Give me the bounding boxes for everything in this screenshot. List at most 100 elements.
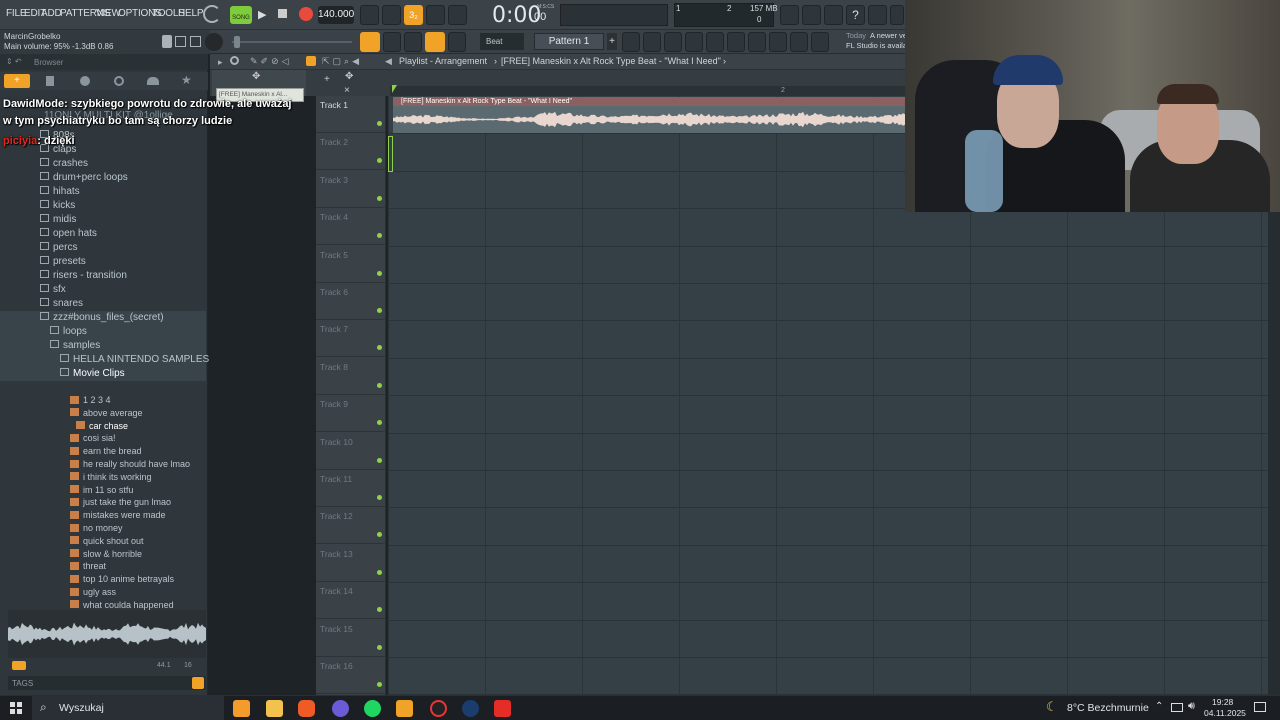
network-icon[interactable] (1171, 703, 1183, 712)
panel-icon[interactable] (175, 36, 186, 47)
preview-play-icon[interactable] (12, 661, 26, 670)
playlist-tools-icons-2[interactable]: ⇱▢⌕◀ (322, 56, 362, 67)
render-icon[interactable] (890, 5, 904, 25)
steam-icon[interactable] (462, 700, 479, 717)
snap-select[interactable]: Beat (480, 33, 524, 50)
track-header[interactable]: Track 3 (316, 171, 386, 208)
slice-tool-icon[interactable] (306, 56, 316, 66)
track-mute-led[interactable] (377, 233, 382, 239)
playhead-marker[interactable] (392, 85, 397, 93)
browser-file[interactable]: car chase (0, 420, 206, 433)
file-explorer-icon[interactable] (266, 700, 283, 717)
track-name[interactable]: Track 10 (320, 437, 353, 447)
browser-file[interactable]: cosi sia! (0, 432, 206, 445)
lock-icon[interactable] (162, 35, 172, 48)
add-track-icon[interactable]: + (324, 74, 330, 85)
clock-time[interactable]: 19:28 (1212, 697, 1233, 707)
browser-file[interactable]: no money (0, 522, 206, 535)
browser-favorites-tab[interactable]: ★ (181, 73, 192, 87)
track-mute-led[interactable] (377, 345, 382, 351)
track-mute-led[interactable] (377, 270, 382, 276)
tools-icon[interactable] (802, 5, 821, 25)
pitch-icon[interactable] (790, 32, 808, 52)
song-mode-toggle[interactable]: SONG (230, 6, 252, 24)
browser-files-tab[interactable] (46, 76, 54, 86)
spotify-icon[interactable] (364, 700, 381, 717)
browser-folder[interactable]: HELLA NINTENDO SAMPLES (0, 353, 209, 367)
browser-folder[interactable]: midis (0, 213, 206, 227)
editor-icon[interactable] (396, 700, 413, 717)
browser-file[interactable]: im 11 so stfu (0, 484, 206, 497)
arrow-right-icon[interactable] (383, 32, 401, 52)
browser-file[interactable]: 1 2 3 4 (0, 394, 206, 407)
track-header[interactable]: Track 13 (316, 545, 386, 582)
browser-folder[interactable]: snares (0, 297, 206, 311)
browser-cloud-tab[interactable] (147, 77, 159, 85)
loop-record-icon[interactable] (448, 5, 467, 25)
browser-folder[interactable]: Movie Clips (0, 367, 206, 381)
track-mute-led[interactable] (377, 532, 382, 538)
track-name[interactable]: Track 3 (320, 175, 348, 185)
tray-chevron-icon[interactable]: ⌃ (1155, 701, 1163, 712)
track-name[interactable]: Track 15 (320, 624, 353, 634)
mixer-view-icon[interactable] (622, 32, 640, 52)
browser-all-tab[interactable]: + (4, 74, 30, 88)
notifications-icon[interactable] (1254, 702, 1266, 712)
browser-folder[interactable]: percs (0, 241, 206, 255)
browser-file[interactable]: just take the gun lmao (0, 496, 206, 509)
browser-folder[interactable]: hihats (0, 185, 206, 199)
track-mute-led[interactable] (377, 195, 382, 201)
browser-file[interactable]: slow & horrible (0, 548, 206, 561)
track-name[interactable]: Track 2 (320, 137, 348, 147)
browser-file[interactable]: earn the bread (0, 445, 206, 458)
browser-folder[interactable]: presets (0, 255, 206, 269)
blend-notes-icon[interactable] (426, 5, 445, 25)
volume-icon[interactable]: 🔊︎ (1188, 700, 1195, 713)
browser-nav-icon[interactable]: ⇕ ↶ (6, 57, 22, 66)
save-icon[interactable] (868, 5, 887, 25)
browser-folder[interactable]: crashes (0, 157, 206, 171)
browser-file[interactable]: he really should have lmao (0, 458, 206, 471)
track-name[interactable]: Track 9 (320, 399, 348, 409)
taskbar-search-box[interactable]: ⌕ Wyszukaj (32, 696, 224, 720)
messenger-icon[interactable] (332, 700, 349, 717)
menu-add[interactable]: ADD (41, 8, 62, 19)
track-header[interactable]: Track 1 (316, 96, 386, 133)
plugin-icon[interactable] (748, 32, 766, 52)
track-name[interactable]: Track 11 (320, 474, 352, 484)
playlist-view-icon[interactable] (360, 32, 380, 52)
sample-preview-waveform[interactable] (8, 610, 206, 658)
obs-icon[interactable] (430, 700, 447, 717)
browser-file[interactable]: top 10 anime betrayals (0, 573, 206, 586)
track-name[interactable]: Track 1 (320, 100, 348, 110)
online-icon[interactable] (780, 5, 799, 25)
browser-database-tab[interactable] (114, 76, 124, 86)
pattern-select[interactable]: Pattern 1 (534, 33, 604, 50)
mic-icon[interactable] (824, 5, 843, 25)
browser-file[interactable]: ugly ass (0, 586, 206, 599)
browser-file[interactable]: threat (0, 560, 206, 573)
track-mute-led[interactable] (377, 457, 382, 463)
help-icon[interactable]: ? (846, 5, 865, 25)
browser-icon[interactable] (727, 32, 745, 52)
track-header[interactable]: Track 5 (316, 246, 386, 283)
track-name[interactable]: Track 12 (320, 511, 353, 521)
search-icon[interactable] (192, 677, 204, 689)
browser-folder[interactable]: kicks (0, 199, 206, 213)
track-header[interactable]: Track 11 (316, 470, 386, 507)
news-text-1[interactable]: A newer ve (870, 31, 907, 40)
track-header[interactable]: Track 10 (316, 433, 386, 470)
master-pitch-slider[interactable] (232, 41, 352, 43)
link-icon[interactable] (425, 32, 445, 52)
audio-clip[interactable]: [FREE] Maneskin x Alt Rock Type Beat - "… (393, 97, 905, 133)
fl-studio-taskbar-icon[interactable] (233, 700, 250, 717)
metronome-icon[interactable] (360, 5, 379, 25)
browser-file[interactable]: above average (0, 407, 206, 420)
track-header[interactable]: Track 7 (316, 320, 386, 358)
track-mute-led[interactable] (377, 382, 382, 388)
track-name[interactable]: Track 4 (320, 212, 348, 222)
brave-browser-icon[interactable] (298, 700, 315, 717)
play-icon[interactable]: ▶ (258, 8, 266, 21)
weather-text[interactable]: 8°C Bezchmurnie (1067, 702, 1149, 714)
touch-icon[interactable] (769, 32, 787, 52)
